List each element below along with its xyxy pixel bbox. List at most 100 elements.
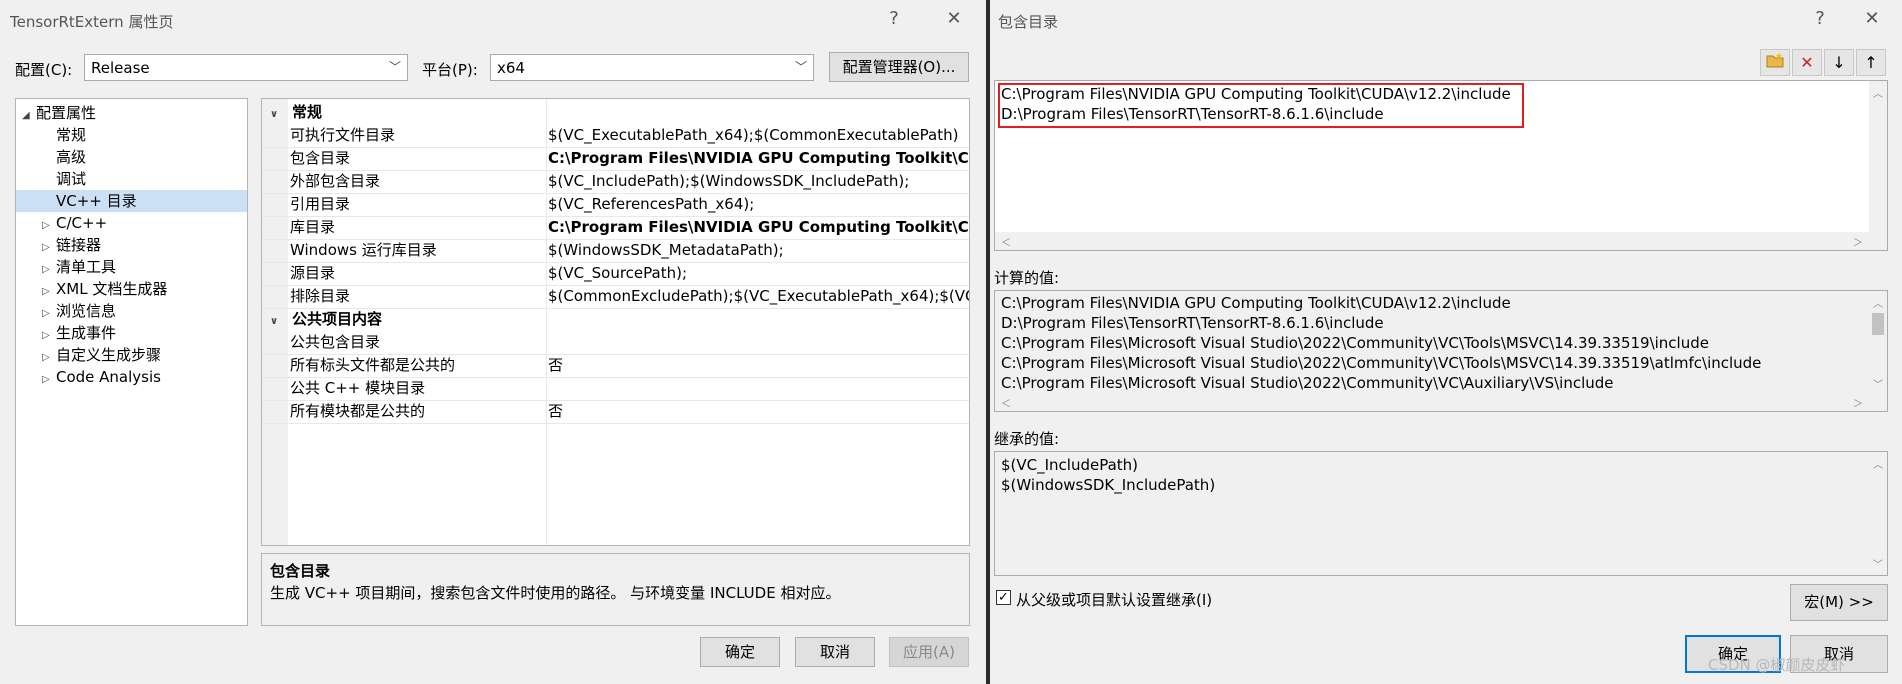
property-row[interactable]: 库目录 C:\Program Files\NVIDIA GPU Computing…	[262, 216, 969, 240]
section-public-project[interactable]: ∨ 公共项目内容	[262, 308, 969, 331]
tree-item[interactable]: ▷ 生成事件	[16, 322, 247, 344]
property-value[interactable]: $(CommonExcludePath);$(VC_ExecutablePath…	[548, 285, 969, 307]
ok-button[interactable]: 确定	[700, 637, 780, 667]
evaluated-hscroll[interactable]: ＜ ＞	[995, 393, 1869, 411]
list-line[interactable]: C:\Program Files\NVIDIA GPU Computing To…	[1001, 84, 1511, 104]
property-row[interactable]: 排除目录 $(CommonExcludePath);$(VC_Executable…	[262, 285, 969, 309]
window-title: TensorRtExtern 属性页	[10, 13, 174, 31]
property-name: 所有模块都是公共的	[290, 402, 426, 420]
scroll-thumb[interactable]	[1872, 313, 1884, 335]
tree-item[interactable]: ◢ 配置属性	[16, 102, 247, 124]
apply-button[interactable]: 应用(A)	[889, 637, 969, 667]
property-name: 库目录	[290, 218, 336, 236]
property-value[interactable]: C:\Program Files\NVIDIA GPU Computing To…	[548, 147, 969, 169]
close-button[interactable]: ✕	[940, 6, 968, 32]
delete-x-icon[interactable]: ✕	[1792, 49, 1822, 76]
property-row[interactable]: Windows 运行库目录 $(WindowsSDK_MetadataPath);	[262, 239, 969, 263]
list-line[interactable]: C:\Program Files\Microsoft Visual Studio…	[1001, 333, 1709, 353]
arrow-down-icon[interactable]: ↓	[1824, 49, 1854, 76]
list-line[interactable]: C:\Program Files\Microsoft Visual Studio…	[1001, 353, 1761, 373]
tree-item-label: 调试	[56, 170, 87, 188]
tree-item-label: 自定义生成步骤	[56, 346, 162, 364]
config-label: 配置(C):	[15, 61, 73, 79]
tree-item-label: 高级	[56, 148, 87, 166]
tree-item-label: VC++ 目录	[56, 192, 137, 210]
property-row[interactable]: 公共包含目录	[262, 331, 969, 355]
property-row[interactable]: 所有模块都是公共的 否	[262, 400, 969, 424]
close-button[interactable]: ✕	[1858, 6, 1886, 32]
tree-item[interactable]: VC++ 目录	[16, 190, 247, 212]
config-tree[interactable]: ◢ 配置属性 常规 高级 调试 VC++ 目录 ▷ C/C++ ▷ 链接器 ▷ 清单工具 ▷ XML 文档…	[15, 98, 248, 626]
config-manager-button[interactable]: 配置管理器(O)...	[829, 52, 969, 82]
property-name: Windows 运行库目录	[290, 241, 437, 259]
property-name: 引用目录	[290, 195, 351, 213]
evaluated-list[interactable]: C:\Program Files\NVIDIA GPU Computing To…	[994, 290, 1888, 412]
expand-arrow-icon[interactable]: ▷	[42, 369, 56, 391]
section-general-label: 常规	[292, 103, 323, 121]
tree-item[interactable]: ▷ 浏览信息	[16, 300, 247, 322]
property-row[interactable]: 外部包含目录 $(VC_IncludePath);$(WindowsSDK_Inc…	[262, 170, 969, 194]
list-line[interactable]: C:\Program Files\Microsoft Visual Studio…	[1001, 373, 1614, 393]
property-row[interactable]: 所有标头文件都是公共的 否	[262, 354, 969, 378]
property-value[interactable]: $(VC_ExecutablePath_x64);$(CommonExecuta…	[548, 124, 969, 146]
list-line[interactable]: $(VC_IncludePath)	[1001, 455, 1138, 475]
editor-hscroll[interactable]: ＜ ＞	[995, 232, 1869, 250]
inherited-list[interactable]: $(VC_IncludePath) $(WindowsSDK_IncludePat…	[994, 451, 1888, 576]
property-row[interactable]: 源目录 $(VC_SourcePath);	[262, 262, 969, 286]
property-name: 外部包含目录	[290, 172, 381, 190]
tree-item[interactable]: ▷ 链接器	[16, 234, 247, 256]
platform-label: 平台(P):	[422, 61, 478, 79]
property-value[interactable]: C:\Program Files\NVIDIA GPU Computing To…	[548, 216, 969, 238]
property-row[interactable]: 包含目录 C:\Program Files\NVIDIA GPU Computin…	[262, 147, 969, 171]
collapse-arrow-icon: ∨	[270, 109, 279, 120]
platform-select-value: x64	[497, 59, 525, 77]
property-row[interactable]: 引用目录 $(VC_ReferencesPath_x64);	[262, 193, 969, 217]
tree-item[interactable]: ▷ C/C++	[16, 212, 247, 234]
list-line[interactable]: D:\Program Files\TensorRT\TensorRT-8.6.1…	[1001, 313, 1384, 333]
tree-item[interactable]: 调试	[16, 168, 247, 190]
property-name: 排除目录	[290, 287, 351, 305]
tree-item[interactable]: 常规	[16, 124, 247, 146]
property-name: 源目录	[290, 264, 336, 282]
inherited-vscroll[interactable]: ︿ ﹀	[1869, 452, 1887, 575]
description-title: 包含目录	[270, 562, 331, 580]
property-grid[interactable]: ∨ 常规 可执行文件目录 $(VC_ExecutablePath_x64);$(Co…	[261, 98, 970, 546]
tree-item-label: 常规	[56, 126, 87, 144]
evaluated-label: 计算的值:	[994, 269, 1060, 287]
property-value[interactable]: $(VC_SourcePath);	[548, 262, 969, 284]
tree-item[interactable]: ▷ 自定义生成步骤	[16, 344, 247, 366]
chevron-down-icon: ﹀	[794, 60, 807, 74]
property-pages-window: TensorRtExtern 属性页 ? ✕ 配置(C): Release ﹀ …	[0, 0, 986, 684]
property-row[interactable]: 可执行文件目录 $(VC_ExecutablePath_x64);$(Common…	[262, 124, 969, 148]
property-value[interactable]: 否	[548, 354, 969, 376]
list-line[interactable]: C:\Program Files\NVIDIA GPU Computing To…	[1001, 293, 1511, 313]
tree-item-label: XML 文档生成器	[56, 280, 168, 298]
config-select[interactable]: Release ﹀	[84, 54, 408, 81]
editor-vscroll[interactable]: ︿	[1869, 81, 1887, 250]
list-line[interactable]: D:\Program Files\TensorRT\TensorRT-8.6.1…	[1001, 104, 1384, 124]
folder-new-icon[interactable]	[1760, 49, 1790, 76]
tree-item-label: C/C++	[56, 214, 108, 232]
inherit-checkbox[interactable]: ✓	[996, 590, 1011, 605]
tree-item[interactable]: 高级	[16, 146, 247, 168]
macro-button[interactable]: 宏(M) >>	[1790, 584, 1888, 621]
tree-item[interactable]: ▷ 清单工具	[16, 256, 247, 278]
evaluated-vscroll[interactable]: ︿ ﹀	[1869, 291, 1887, 393]
section-general[interactable]: ∨ 常规	[262, 101, 969, 124]
tree-item[interactable]: ▷ Code Analysis	[16, 366, 247, 388]
watermark: CSDN @椒颜皮皮虾	[1708, 656, 1846, 674]
include-editor[interactable]: C:\Program Files\NVIDIA GPU Computing To…	[994, 80, 1888, 251]
tree-item[interactable]: ▷ XML 文档生成器	[16, 278, 247, 300]
inherit-checkbox-label[interactable]: 从父级或项目默认设置继承(I)	[1016, 589, 1212, 610]
arrow-up-icon[interactable]: ↑	[1856, 49, 1886, 76]
platform-select[interactable]: x64 ﹀	[490, 54, 814, 81]
list-line[interactable]: $(WindowsSDK_IncludePath)	[1001, 475, 1215, 495]
help-button[interactable]: ?	[1806, 6, 1834, 32]
property-value[interactable]: 否	[548, 400, 969, 422]
cancel-button[interactable]: 取消	[795, 637, 875, 667]
property-value[interactable]: $(VC_ReferencesPath_x64);	[548, 193, 969, 215]
property-value[interactable]: $(VC_IncludePath);$(WindowsSDK_IncludePa…	[548, 170, 969, 192]
property-row[interactable]: 公共 C++ 模块目录	[262, 377, 969, 401]
help-button[interactable]: ?	[880, 6, 908, 32]
property-value[interactable]: $(WindowsSDK_MetadataPath);	[548, 239, 969, 261]
